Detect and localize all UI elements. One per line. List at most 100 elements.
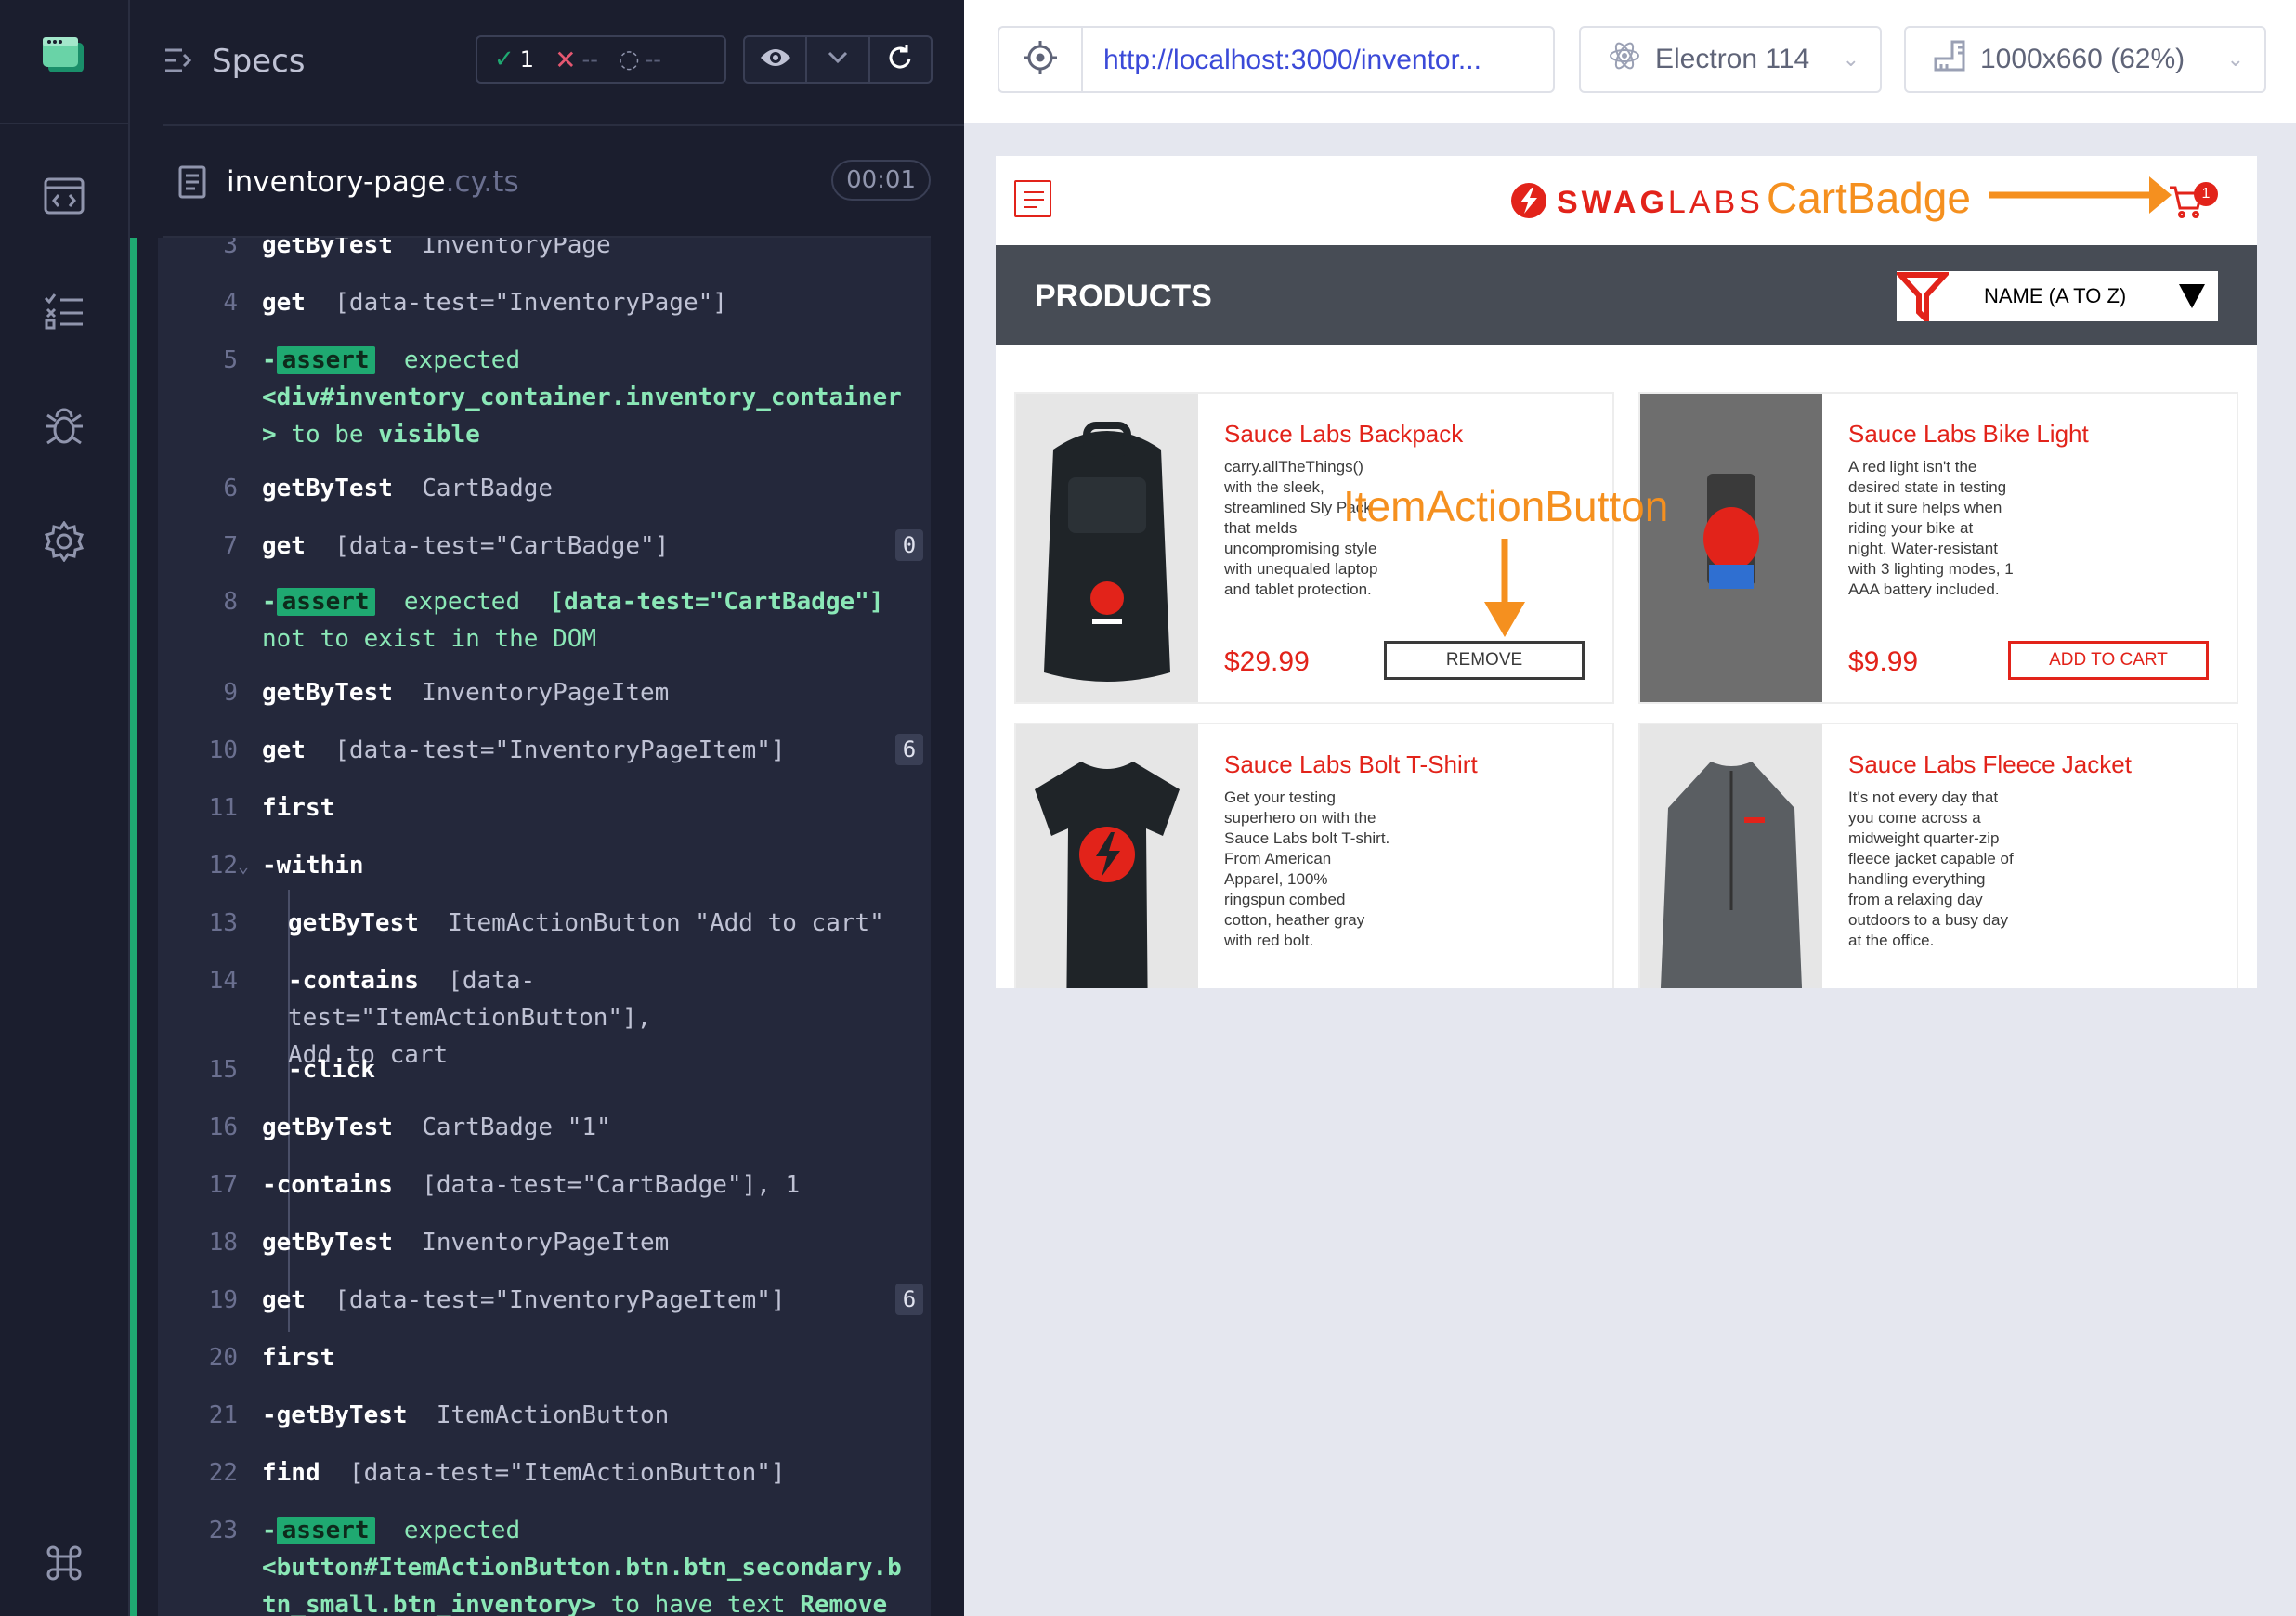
test-stats: ✓ 1 ✕ -- ◌ -- xyxy=(476,35,726,84)
item-name-link[interactable]: Sauce Labs Backpack xyxy=(1224,420,1463,449)
command-row[interactable]: 15 -click xyxy=(158,1051,931,1088)
toggle-auto-scroll-button[interactable] xyxy=(745,37,808,82)
command-row[interactable]: 16 getByTest CartBadge "1" xyxy=(158,1109,931,1146)
command-row[interactable]: 13 getByTest ItemActionButton "Add to ca… xyxy=(158,905,931,942)
remove-button[interactable]: REMOVE xyxy=(1384,641,1585,680)
viewport-label: 1000x660 (62%) xyxy=(1980,44,2185,74)
spec-title-bar: inventory-page.cy.ts 00:01 xyxy=(163,149,931,214)
inventory-item: Sauce Labs Fleece Jacket It's not every … xyxy=(1638,723,2238,988)
rail-divider xyxy=(0,123,130,124)
command-log-panel: Specs ✓ 1 ✕ -- ◌ -- inventory-page.cy.ts 00… xyxy=(130,0,964,1616)
within-row[interactable]: 12 ⌄ -within xyxy=(158,847,931,884)
element-count-badge: 6 xyxy=(895,734,923,765)
products-header: PRODUCTS NAME (A TO Z) xyxy=(996,245,2257,345)
preview-toolbar: http://localhost:3000/inventor... Electr… xyxy=(964,0,2296,123)
page-title: PRODUCTS xyxy=(1035,279,1212,314)
browser-selector[interactable]: Electron 114 ⌄ xyxy=(1579,26,1882,93)
selector-playground-button[interactable] xyxy=(999,28,1083,91)
app-header: SWAGLABS CartBadge 1 xyxy=(996,156,2257,245)
application-under-test: SWAGLABS CartBadge 1 PRODUCTS NAME (A TO… xyxy=(996,156,2257,988)
rerun-tests-button[interactable] xyxy=(870,37,931,82)
passed-stat: ✓ 1 xyxy=(494,46,535,73)
x-icon: ✕ xyxy=(554,44,577,75)
element-count-badge: 0 xyxy=(895,529,923,561)
command-row[interactable]: 17 -contains [data-test="CartBadge"], 1 xyxy=(158,1166,931,1204)
backpack-image[interactable] xyxy=(1016,394,1198,702)
command-row[interactable]: 10 get [data-test="InventoryPageItem"] 6 xyxy=(158,732,931,769)
test-status-bar xyxy=(130,238,137,1616)
url-text[interactable]: http://localhost:3000/inventor... xyxy=(1103,45,1481,76)
item-name-link[interactable]: Sauce Labs Bike Light xyxy=(1848,420,2089,449)
tshirt-image[interactable] xyxy=(1016,724,1198,988)
menu-button[interactable] xyxy=(1014,180,1051,217)
item-description: It's not every day that you come across … xyxy=(1848,788,2014,949)
browser-label: Electron 114 xyxy=(1655,44,1810,74)
sort-select[interactable]: NAME (A TO Z) xyxy=(1894,271,2218,327)
ruler-icon xyxy=(1934,40,1965,79)
url-bar[interactable]: http://localhost:3000/inventor... xyxy=(998,26,1555,93)
dropdown-caret-icon xyxy=(2179,284,2205,308)
cart-badge-annotation: CartBadge xyxy=(1767,174,1971,222)
file-icon xyxy=(178,165,206,203)
command-row[interactable]: 11 first xyxy=(158,789,931,827)
command-row[interactable]: 14 -contains [data-test="ItemActionButto… xyxy=(158,962,931,1069)
bike-light-image[interactable] xyxy=(1640,394,1822,702)
chevron-down-icon: ⌄ xyxy=(1842,47,1859,71)
assert-row[interactable]: 8 - assert expected [data-test="CartBadge… xyxy=(158,583,931,658)
specs-nav-icon[interactable] xyxy=(43,175,85,217)
reporter-controls xyxy=(743,35,933,84)
nav-rail xyxy=(0,0,130,1616)
item-price: $9.99 xyxy=(1848,646,1919,677)
assert-badge: assert xyxy=(276,588,375,616)
sort-selected-value: NAME (A TO Z) xyxy=(1984,284,2127,307)
settings-nav-icon[interactable] xyxy=(43,520,85,563)
electron-icon xyxy=(1609,40,1640,79)
command-row[interactable]: 20 first xyxy=(158,1339,931,1376)
collapse-chevron-icon[interactable]: ⌄ xyxy=(238,847,249,884)
command-row[interactable]: 19 get [data-test="InventoryPageItem"] 6 xyxy=(158,1282,931,1319)
command-row[interactable]: 18 getByTest InventoryPageItem xyxy=(158,1224,931,1261)
debug-nav-icon[interactable] xyxy=(43,405,85,448)
command-row[interactable]: 7 get [data-test="CartBadge"] 0 xyxy=(158,528,931,565)
command-row[interactable]: 22 find [data-test="ItemActionButton"] xyxy=(158,1454,931,1492)
command-list: 3 getByTest InventoryPage 4 get [data-te… xyxy=(130,238,964,1616)
item-name-link[interactable]: Sauce Labs Bolt T-Shirt xyxy=(1224,750,1478,779)
assert-badge: assert xyxy=(276,1517,375,1544)
item-description: A red light isn't the desired state in t… xyxy=(1848,458,2014,598)
spec-file-name[interactable]: inventory-page.cy.ts xyxy=(227,165,519,199)
assert-row[interactable]: 5 - assert expected <div#inventory_contai… xyxy=(158,342,931,453)
command-row[interactable]: 4 get [data-test="InventoryPage"] xyxy=(158,284,931,321)
refresh-icon xyxy=(887,44,913,76)
pending-stat: ◌ -- xyxy=(618,46,661,73)
item-action-button-annotation: ItemActionButton xyxy=(1343,482,1669,530)
runs-nav-icon[interactable] xyxy=(43,290,85,332)
specs-label[interactable]: Specs xyxy=(212,43,306,80)
assert-badge: assert xyxy=(276,346,375,374)
inventory-item: Sauce Labs Bolt T-Shirt Get your testing… xyxy=(1014,723,1614,988)
keyboard-shortcuts-icon[interactable] xyxy=(43,1542,85,1584)
reporter-header: Specs ✓ 1 ✕ -- ◌ -- xyxy=(130,0,964,123)
failed-stat: ✕ -- xyxy=(554,44,598,75)
viewport-selector[interactable]: 1000x660 (62%) ⌄ xyxy=(1904,26,2266,93)
inventory-item: Sauce Labs Bike Light A red light isn't … xyxy=(1638,392,2238,704)
assert-row[interactable]: 23 - assert expected <button#ItemActionBu… xyxy=(158,1512,931,1616)
specs-list-icon[interactable] xyxy=(163,46,195,79)
app-logo-icon[interactable] xyxy=(43,37,85,74)
testing-preferences-button[interactable] xyxy=(807,37,870,82)
command-row[interactable]: 3 getByTest InventoryPage xyxy=(158,238,931,264)
chevron-down-icon: ⌄ xyxy=(2226,47,2244,71)
spec-duration: 00:01 xyxy=(831,160,931,201)
header-divider xyxy=(163,124,964,126)
add-to-cart-button[interactable]: ADD TO CART xyxy=(2008,641,2209,680)
eye-icon xyxy=(759,46,792,73)
command-row[interactable]: 9 getByTest InventoryPageItem xyxy=(158,674,931,711)
sauce-bolt-icon xyxy=(1510,182,1547,224)
item-name-link[interactable]: Sauce Labs Fleece Jacket xyxy=(1848,750,2132,779)
command-row[interactable]: 21 -getByTest ItemActionButton xyxy=(158,1397,931,1434)
fleece-jacket-image[interactable] xyxy=(1640,724,1822,988)
item-price: $29.99 xyxy=(1224,646,1310,677)
filter-funnel-icon xyxy=(1894,271,1951,327)
swag-labs-logo: SWAGLABS xyxy=(1510,182,1764,224)
app-preview-pane: http://localhost:3000/inventor... Electr… xyxy=(964,0,2296,1616)
command-row[interactable]: 6 getByTest CartBadge xyxy=(158,470,931,507)
